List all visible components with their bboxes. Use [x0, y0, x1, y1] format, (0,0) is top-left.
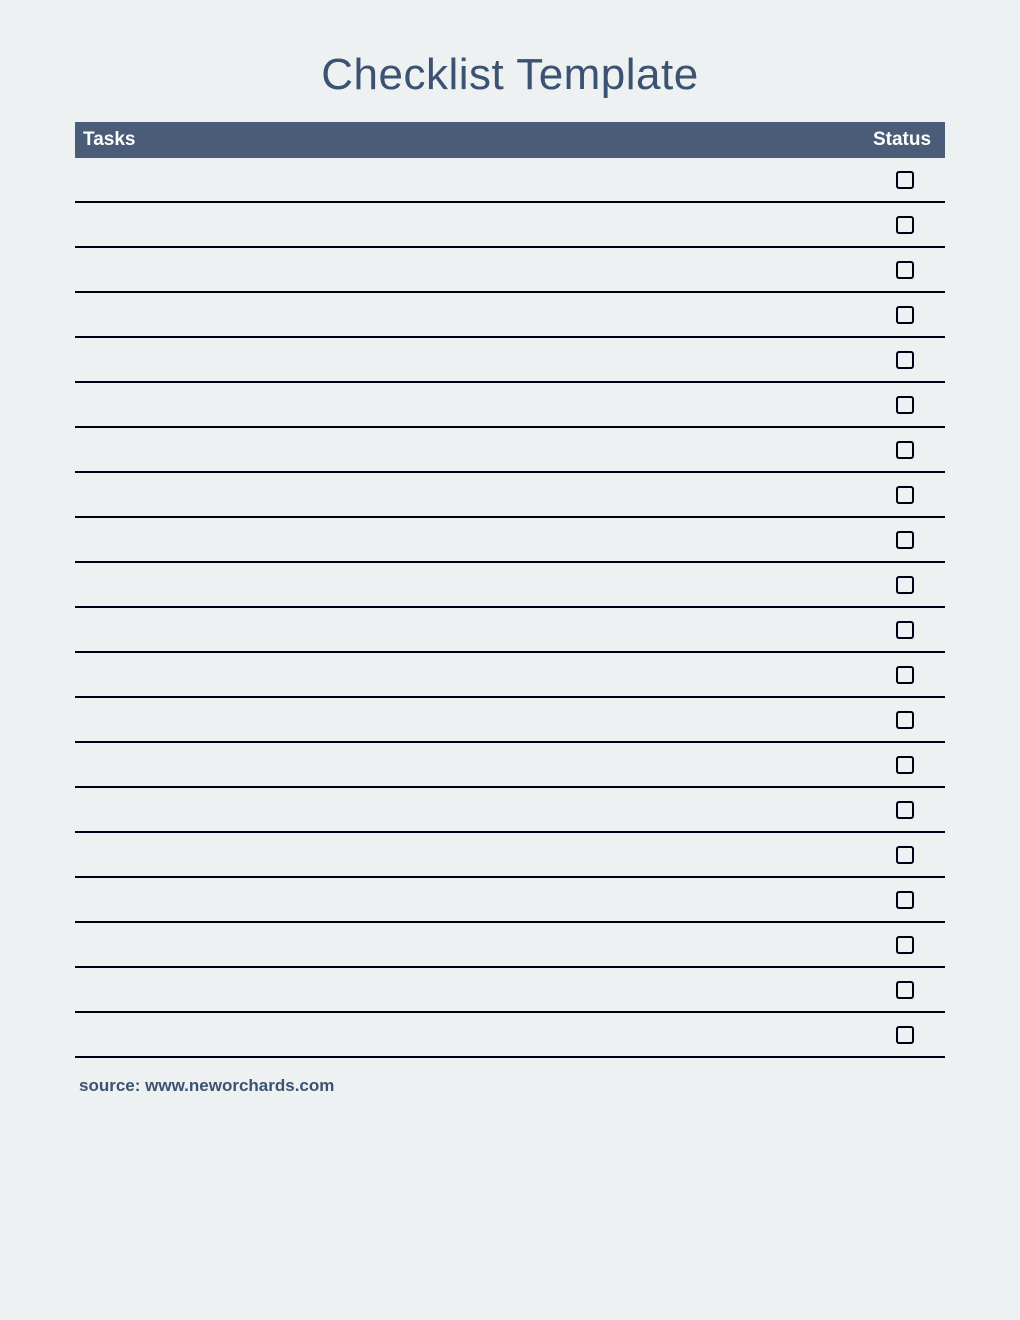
status-cell: [865, 846, 945, 864]
status-cell: [865, 1026, 945, 1044]
status-cell: [865, 486, 945, 504]
checkbox-icon[interactable]: [896, 576, 914, 594]
status-cell: [865, 801, 945, 819]
page-container: Checklist Template Tasks Status source: …: [0, 0, 1020, 1096]
status-cell: [865, 261, 945, 279]
status-cell: [865, 396, 945, 414]
checkbox-icon[interactable]: [896, 486, 914, 504]
table-body: [75, 158, 945, 1058]
checkbox-icon[interactable]: [896, 441, 914, 459]
table-row: [75, 968, 945, 1013]
checkbox-icon[interactable]: [896, 216, 914, 234]
status-cell: [865, 936, 945, 954]
checkbox-icon[interactable]: [896, 711, 914, 729]
status-cell: [865, 306, 945, 324]
status-cell: [865, 891, 945, 909]
table-row: [75, 1013, 945, 1058]
table-row: [75, 428, 945, 473]
status-cell: [865, 531, 945, 549]
table-row: [75, 473, 945, 518]
checkbox-icon[interactable]: [896, 171, 914, 189]
status-cell: [865, 981, 945, 999]
checkbox-icon[interactable]: [896, 531, 914, 549]
checkbox-icon[interactable]: [896, 666, 914, 684]
checkbox-icon[interactable]: [896, 801, 914, 819]
status-cell: [865, 576, 945, 594]
table-row: [75, 518, 945, 563]
status-cell: [865, 216, 945, 234]
table-row: [75, 833, 945, 878]
checkbox-icon[interactable]: [896, 261, 914, 279]
table-row: [75, 203, 945, 248]
checkbox-icon[interactable]: [896, 981, 914, 999]
checkbox-icon[interactable]: [896, 846, 914, 864]
checkbox-icon[interactable]: [896, 891, 914, 909]
status-cell: [865, 441, 945, 459]
table-row: [75, 743, 945, 788]
status-cell: [865, 756, 945, 774]
table-row: [75, 653, 945, 698]
table-row: [75, 158, 945, 203]
table-row: [75, 383, 945, 428]
checkbox-icon[interactable]: [896, 936, 914, 954]
checkbox-icon[interactable]: [896, 621, 914, 639]
header-status: Status: [865, 129, 945, 151]
table-row: [75, 293, 945, 338]
table-row: [75, 698, 945, 743]
table-row: [75, 563, 945, 608]
status-cell: [865, 351, 945, 369]
checkbox-icon[interactable]: [896, 351, 914, 369]
checkbox-icon[interactable]: [896, 1026, 914, 1044]
checkbox-icon[interactable]: [896, 396, 914, 414]
page-title: Checklist Template: [75, 50, 945, 100]
table-row: [75, 338, 945, 383]
header-tasks: Tasks: [75, 129, 865, 151]
status-cell: [865, 711, 945, 729]
table-header: Tasks Status: [75, 122, 945, 158]
table-row: [75, 608, 945, 653]
status-cell: [865, 621, 945, 639]
table-row: [75, 788, 945, 833]
checkbox-icon[interactable]: [896, 306, 914, 324]
source-text: source: www.neworchards.com: [75, 1076, 945, 1096]
table-row: [75, 248, 945, 293]
status-cell: [865, 666, 945, 684]
table-row: [75, 923, 945, 968]
status-cell: [865, 171, 945, 189]
table-row: [75, 878, 945, 923]
checkbox-icon[interactable]: [896, 756, 914, 774]
